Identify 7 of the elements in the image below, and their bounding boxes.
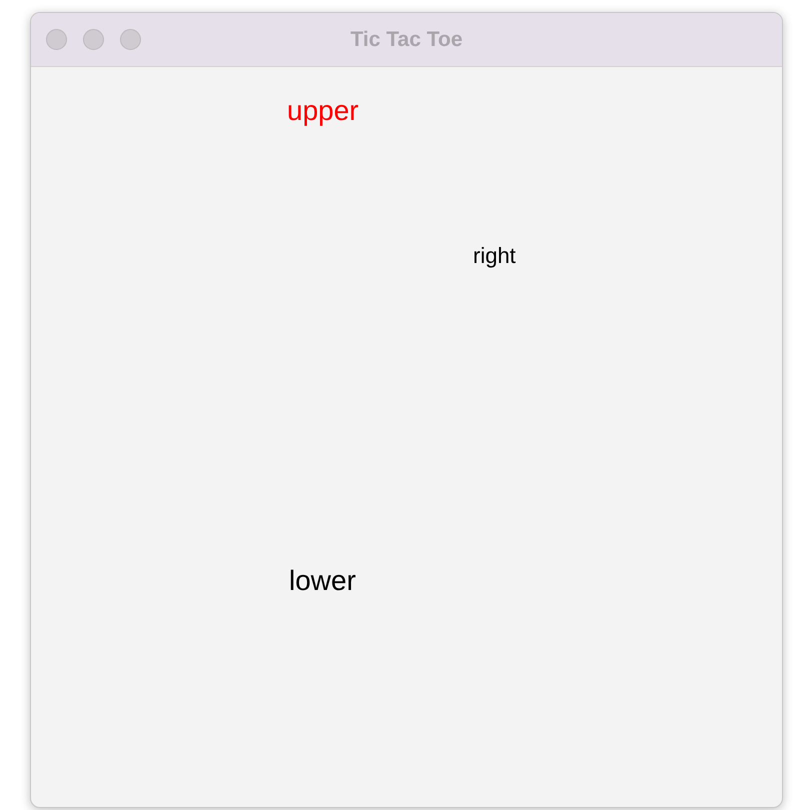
text-label: right	[473, 243, 516, 269]
text-label: upper	[287, 95, 359, 127]
minimize-button[interactable]	[83, 29, 104, 50]
text-label: lower	[289, 565, 356, 597]
window-title: Tic Tac Toe	[350, 28, 463, 52]
zoom-button[interactable]	[120, 29, 141, 50]
close-button[interactable]	[46, 29, 67, 50]
